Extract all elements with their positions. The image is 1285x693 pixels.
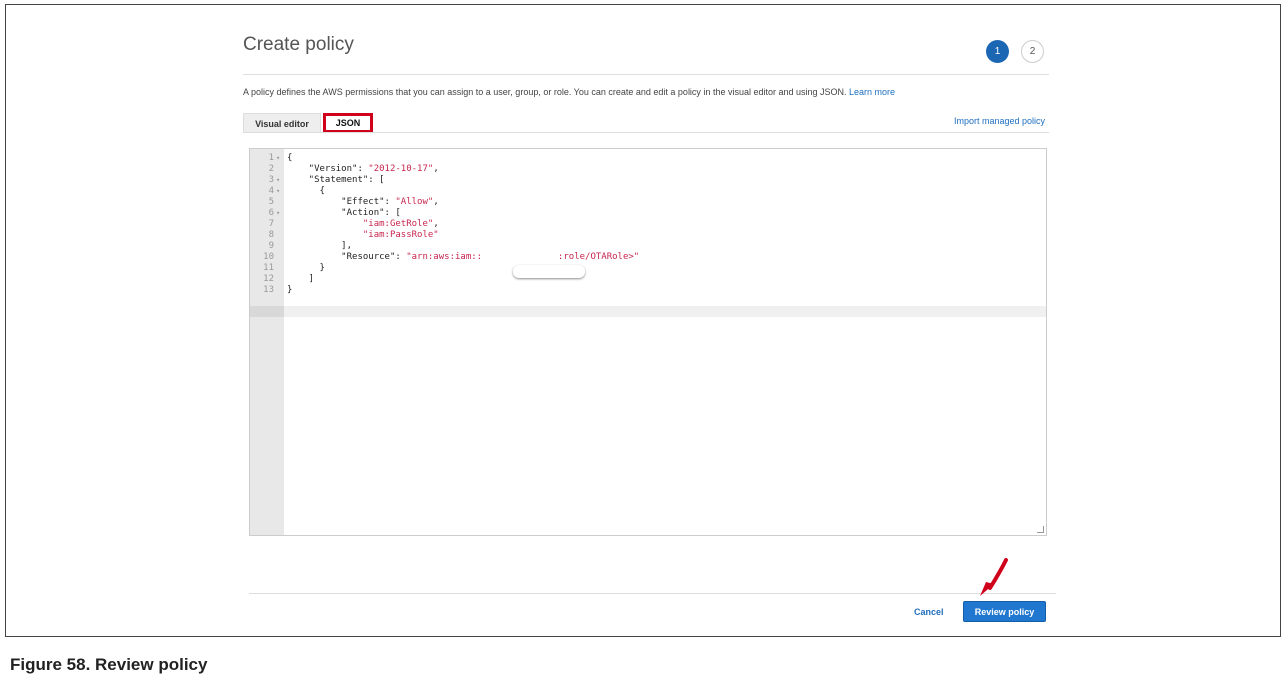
code-string: "iam:PassRole" <box>362 230 439 240</box>
active-line-highlight <box>250 306 1046 317</box>
step-2-indicator: 2 <box>1021 40 1044 63</box>
code-text: "Effect": "Allow", <box>287 197 439 207</box>
code-line: 10 "Resource": "arn:aws:iam:: :role/OTAR… <box>250 252 1046 263</box>
code-text: "Statement": [ <box>287 175 385 185</box>
fold-toggle-icon[interactable]: ▾ <box>276 208 280 219</box>
line-number: 12 <box>263 274 274 284</box>
code-line: 4 ▾ { <box>250 186 1046 197</box>
code-text: "Resource": "arn:aws:iam:: :role/OTARole… <box>287 252 640 262</box>
code-text: ], <box>287 241 353 251</box>
redaction-mask <box>513 265 585 278</box>
line-number: 2 <box>268 164 274 174</box>
figure-caption: Figure 58. Review policy <box>10 655 208 674</box>
step-1-indicator: 1 <box>986 40 1009 63</box>
code-text: "iam:GetRole", <box>362 219 439 229</box>
code-line: 7 "iam:GetRole", <box>250 219 1046 230</box>
active-gutter-highlight <box>250 306 284 317</box>
review-policy-button[interactable]: Review policy <box>963 601 1046 622</box>
line-number: 13 <box>263 285 274 295</box>
code-line: 3 ▾ "Statement": [ <box>250 175 1046 186</box>
line-number: 4 <box>268 186 274 196</box>
line-number: 11 <box>263 263 274 273</box>
code-text: } <box>287 263 325 273</box>
import-managed-policy-link[interactable]: Import managed policy <box>954 116 1045 126</box>
tab-json[interactable]: JSON <box>323 113 373 133</box>
code-string: "Allow" <box>395 197 434 207</box>
line-number: 7 <box>268 219 274 229</box>
header-divider <box>243 74 1049 75</box>
fold-toggle-icon[interactable]: ▾ <box>276 153 280 164</box>
red-arrow-annotation <box>980 558 1008 596</box>
code-text: "iam:PassRole" <box>287 230 439 241</box>
code-text: "Action": [ <box>287 208 401 218</box>
code-line: 6 ▾ "Action": [ <box>250 208 1046 219</box>
code-line: 13} <box>250 285 1046 296</box>
code-text: "Version": "2012-10-17", <box>287 164 439 174</box>
line-number: 8 <box>268 230 274 240</box>
code-line: 2 "Version": "2012-10-17", <box>250 164 1046 175</box>
line-number: 1 <box>268 153 274 163</box>
code-line: 12 ] <box>250 274 1046 285</box>
code-text: } <box>287 285 293 295</box>
code-string: "2012-10-17" <box>368 164 434 174</box>
code-line: 1 ▾ { <box>250 153 1046 164</box>
line-number: 9 <box>268 241 274 251</box>
code-text: ] <box>287 274 315 284</box>
line-number: 5 <box>268 197 274 207</box>
code-line: 8 "iam:PassRole" <box>250 230 1046 241</box>
code-line: 9 ], <box>250 241 1046 252</box>
description-text: A policy defines the AWS permissions tha… <box>243 87 847 97</box>
line-number: 3 <box>268 175 274 185</box>
json-editor[interactable]: 1 ▾{2 "Version": "2012-10-17", 3 ▾ "Stateme… <box>249 148 1047 536</box>
code-string: "iam:GetRole" <box>362 219 434 229</box>
code-text: { <box>287 186 325 196</box>
line-number: 6 <box>268 208 274 218</box>
code-string: "arn:aws:iam:: :role/OTARole>" <box>406 252 640 262</box>
cancel-button[interactable]: Cancel <box>914 607 944 617</box>
line-number: 10 <box>263 252 274 262</box>
learn-more-link[interactable]: Learn more <box>849 87 895 97</box>
tabs-divider <box>243 132 1049 133</box>
fold-toggle-icon[interactable]: ▾ <box>276 175 280 186</box>
page-title: Create policy <box>243 34 354 55</box>
tab-visual-editor[interactable]: Visual editor <box>243 113 321 133</box>
resize-handle[interactable] <box>1037 526 1044 533</box>
code-line: 5 "Effect": "Allow", <box>250 197 1046 208</box>
code-text: { <box>287 153 293 163</box>
fold-toggle-icon[interactable]: ▾ <box>276 186 280 197</box>
policy-description: A policy defines the AWS permissions tha… <box>243 87 895 97</box>
code-line: 11 } <box>250 263 1046 274</box>
